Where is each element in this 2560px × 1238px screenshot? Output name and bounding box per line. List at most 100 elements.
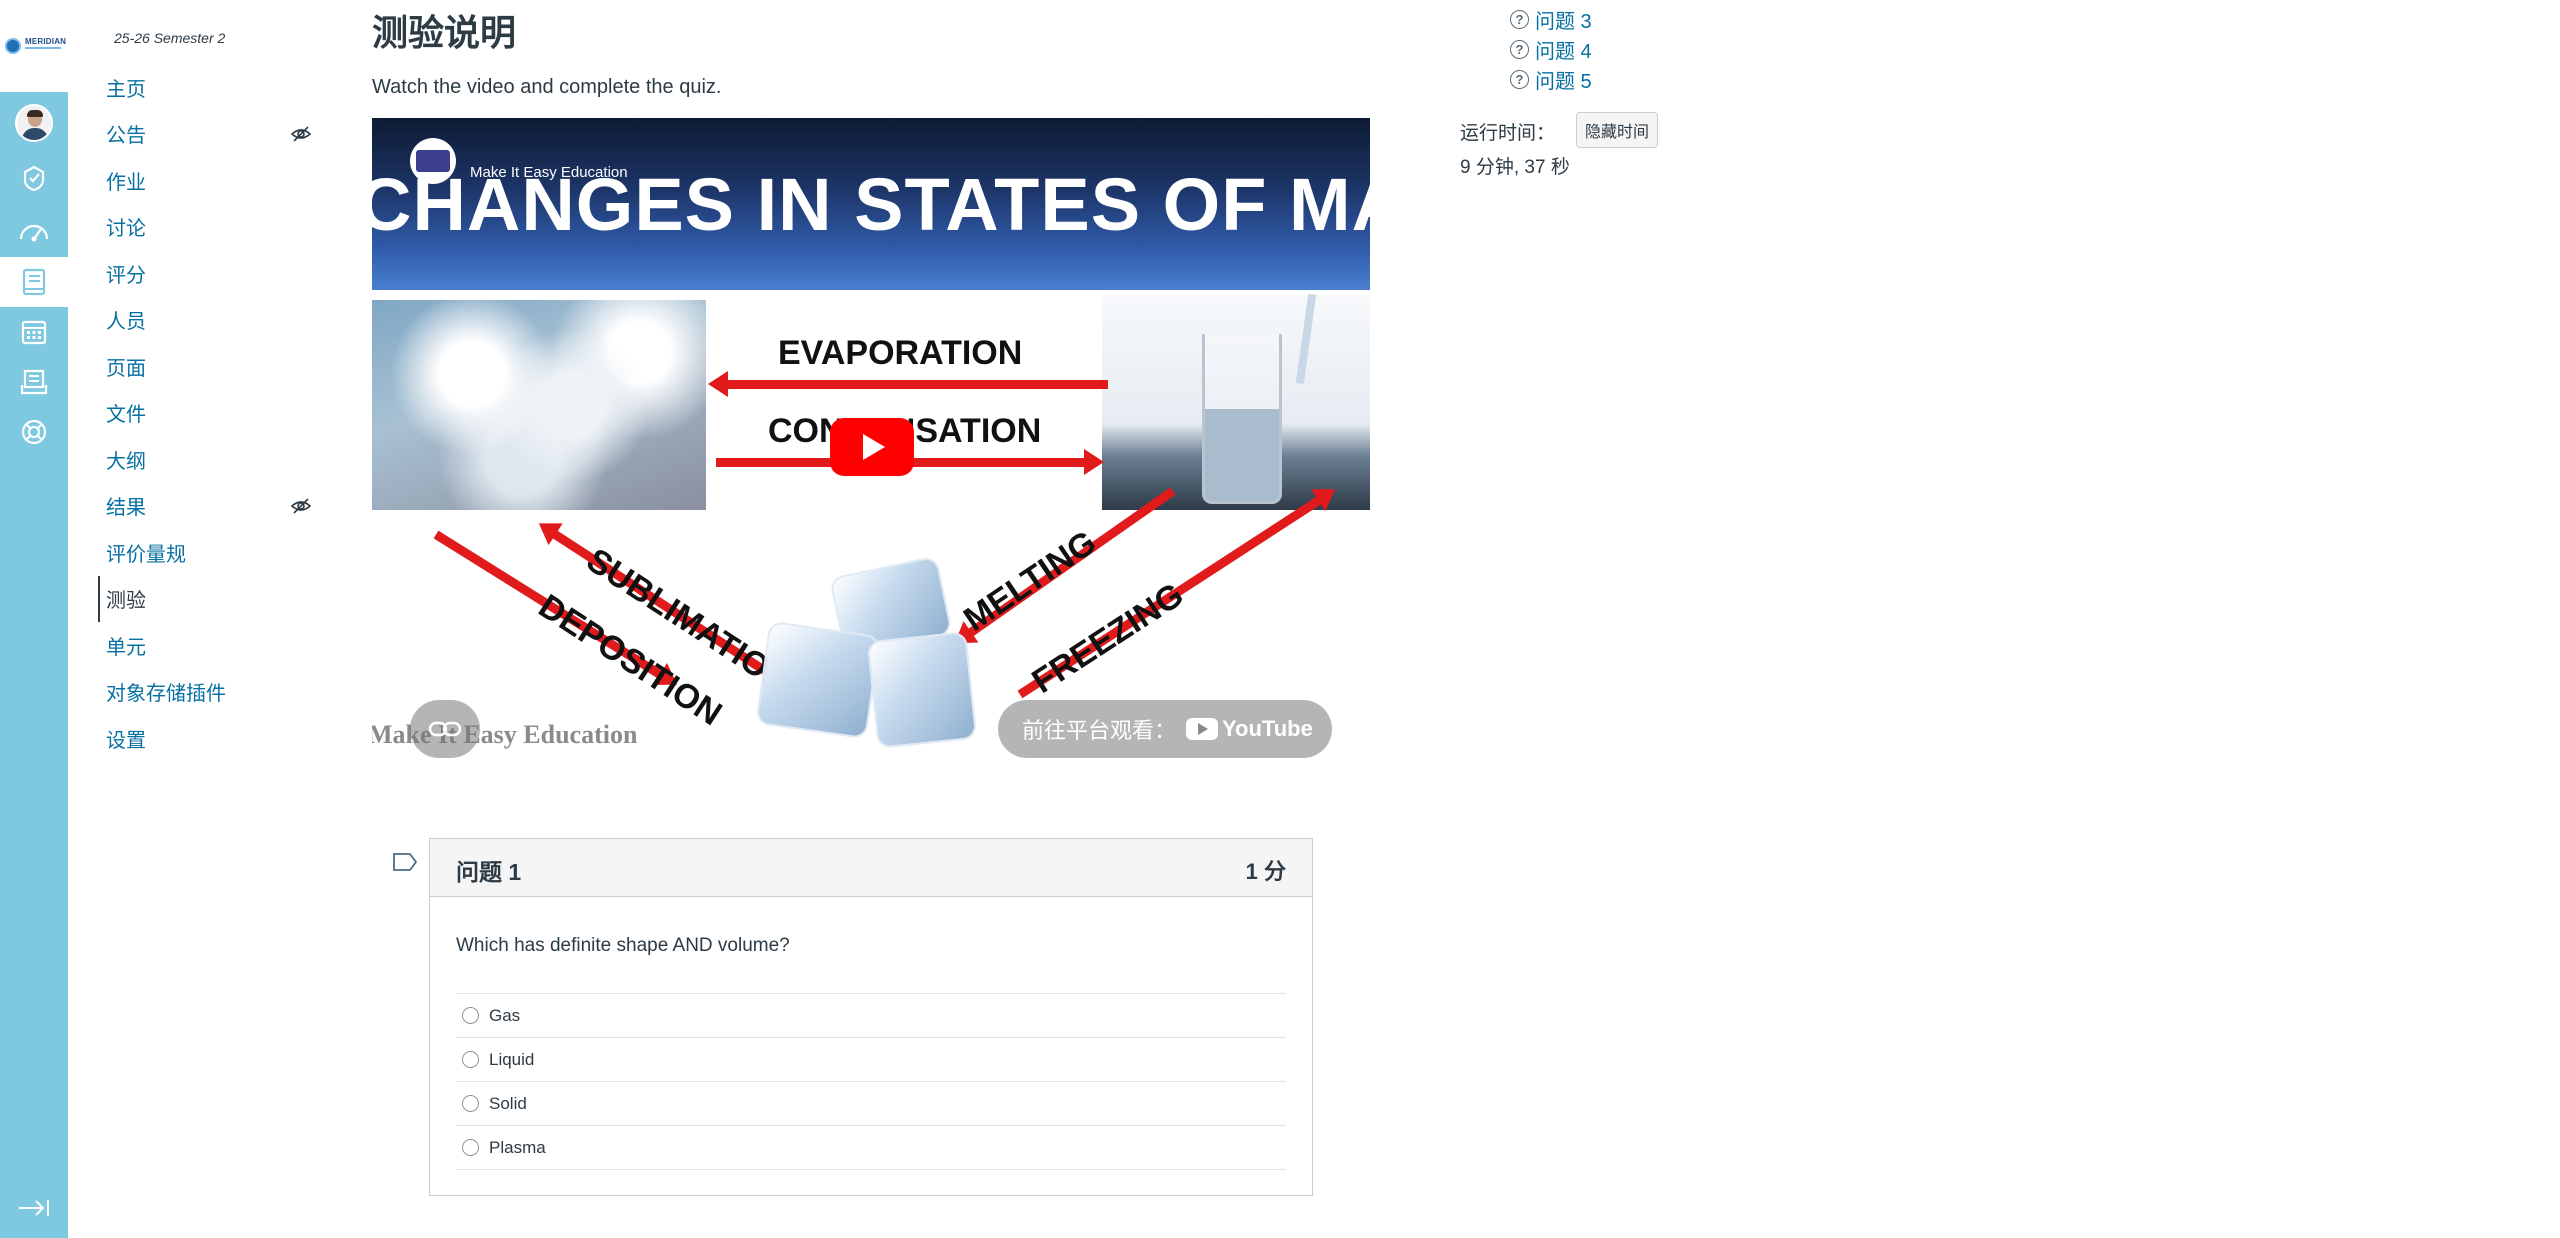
course-nav-item[interactable]: 评分 — [98, 250, 318, 297]
youtube-wordmark: YouTube — [1222, 716, 1313, 741]
course-nav-item[interactable]: 大纲 — [98, 436, 318, 483]
course-nav-label: 人员 — [106, 311, 146, 334]
watch-on-label: 前往平台观看： — [1022, 718, 1177, 743]
quiz-description: Watch the video and complete the quiz. — [372, 76, 722, 98]
rail-help[interactable] — [0, 407, 68, 457]
question-link-label: 问题 3 — [1535, 10, 1592, 33]
rail-calendar[interactable] — [0, 307, 68, 357]
course-nav-label: 结果 — [106, 497, 146, 520]
question-link[interactable]: ? 问题 3 — [1510, 5, 1592, 33]
course-nav-item[interactable]: 作业 — [98, 157, 318, 204]
answer-label: Plasma — [489, 1137, 546, 1157]
youtube-icon — [1186, 718, 1219, 740]
ice-cubes-image — [752, 555, 1012, 760]
course-nav-item[interactable]: 对象存储插件 — [98, 669, 318, 716]
freezing-label: FREEZING — [1025, 575, 1191, 702]
course-nav-item[interactable]: 页面 — [98, 343, 318, 390]
course-nav-item[interactable]: 评价量规 — [98, 529, 318, 576]
course-nav-label: 主页 — [106, 78, 146, 101]
calendar-icon — [21, 320, 47, 345]
course-nav-label: 公告 — [106, 125, 146, 148]
course-nav-label: 对象存储插件 — [106, 683, 226, 706]
rail-inbox[interactable] — [0, 357, 68, 407]
logo-text: MERIDIAN — [25, 37, 67, 46]
help-lifebuoy-icon — [21, 419, 47, 445]
question-link[interactable]: ? 问题 5 — [1510, 65, 1592, 93]
answer-radio[interactable] — [462, 1139, 479, 1156]
video-banner: CHANGES IN STATES OF MATTER Make It Easy… — [372, 118, 1370, 290]
question-mark-icon: ? — [1510, 9, 1529, 29]
question-points: 1 分 — [1245, 859, 1286, 884]
question-mark-icon: ? — [1510, 39, 1529, 59]
collapse-nav-button[interactable] — [0, 1188, 68, 1228]
course-nav-label: 设置 — [106, 729, 146, 752]
question-card: 问题 1 1 分 Which has definite shape AND vo… — [429, 838, 1313, 1196]
course-nav-label: 测验 — [106, 590, 146, 613]
clouds-image — [372, 300, 706, 510]
answer-option[interactable]: Plasma — [456, 1126, 1286, 1170]
answer-list: Gas Liquid Solid Plasma — [456, 993, 1286, 1170]
course-nav-label: 大纲 — [106, 450, 146, 473]
course-nav-label: 作业 — [106, 171, 146, 194]
avatar — [15, 104, 53, 142]
link-icon — [428, 721, 462, 737]
course-nav-label: 文件 — [106, 404, 146, 427]
course-nav-item[interactable]: 单元 — [98, 622, 318, 669]
answer-option[interactable]: Gas — [456, 994, 1286, 1038]
copy-link-button[interactable] — [410, 700, 480, 758]
answer-radio[interactable] — [462, 1007, 479, 1024]
courses-book-icon — [22, 268, 46, 296]
hidden-from-students-icon — [290, 497, 312, 514]
youtube-logo: YouTube — [1186, 716, 1313, 742]
term-label: 25-26 Semester 2 — [114, 30, 226, 46]
answer-label: Gas — [489, 1005, 521, 1025]
embedded-video[interactable]: CHANGES IN STATES OF MATTER Make It Easy… — [372, 118, 1370, 760]
logo-underline — [25, 47, 61, 49]
question-link[interactable]: ? 问题 4 — [1510, 35, 1592, 63]
rail-courses[interactable] — [0, 257, 68, 307]
inbox-icon — [20, 369, 48, 395]
hidden-from-students-icon — [290, 125, 312, 142]
rail-admin[interactable] — [0, 153, 68, 203]
question-name: 问题 1 — [456, 859, 522, 885]
answer-radio[interactable] — [462, 1051, 479, 1068]
watch-on-youtube-button[interactable]: 前往平台观看： YouTube — [998, 700, 1332, 758]
institution-logo[interactable]: MERIDIAN — [0, 0, 68, 92]
course-nav-item[interactable]: 测验 — [98, 575, 318, 622]
course-nav-item[interactable]: 讨论 — [98, 204, 318, 251]
collapse-nav-icon — [19, 1200, 49, 1216]
question-header: 问题 1 1 分 — [430, 839, 1312, 897]
channel-name[interactable]: Make It Easy Education — [470, 164, 628, 181]
question-text: Which has definite shape AND volume? — [456, 935, 790, 956]
course-nav-label: 评分 — [106, 264, 146, 287]
rail-account[interactable] — [0, 98, 68, 148]
question-link-label: 问题 5 — [1535, 70, 1592, 93]
admin-shield-icon — [23, 165, 45, 192]
course-nav-item[interactable]: 公告 — [98, 111, 318, 158]
course-nav-item[interactable]: 结果 — [98, 483, 318, 530]
flag-question-icon[interactable] — [392, 852, 418, 872]
course-nav-label: 页面 — [106, 357, 146, 380]
globe-icon — [5, 38, 21, 54]
answer-label: Solid — [489, 1093, 527, 1113]
answer-option[interactable]: Liquid — [456, 1038, 1286, 1082]
course-nav-label: 讨论 — [106, 218, 146, 241]
rail-dashboard[interactable] — [0, 205, 68, 255]
water-glass-image — [1102, 293, 1370, 510]
course-nav-item[interactable]: 主页 — [98, 64, 318, 111]
channel-avatar[interactable] — [410, 138, 456, 184]
course-nav-label: 单元 — [106, 636, 146, 659]
course-nav-item[interactable]: 人员 — [98, 297, 318, 344]
evaporation-arrow — [708, 371, 1108, 397]
answer-radio[interactable] — [462, 1095, 479, 1112]
course-nav-label: 评价量规 — [106, 543, 186, 566]
timer-label: 运行时间： — [1460, 123, 1556, 144]
answer-option[interactable]: Solid — [456, 1082, 1286, 1126]
dashboard-gauge-icon — [19, 224, 49, 242]
timer-value: 9 分钟, 37 秒 — [1460, 157, 1570, 178]
hide-timer-button[interactable]: 隐藏时间 — [1576, 112, 1659, 148]
question-link-label: 问题 4 — [1535, 40, 1592, 63]
course-nav-item[interactable]: 设置 — [98, 715, 318, 762]
course-nav-item[interactable]: 文件 — [98, 390, 318, 437]
play-button[interactable] — [830, 418, 914, 476]
